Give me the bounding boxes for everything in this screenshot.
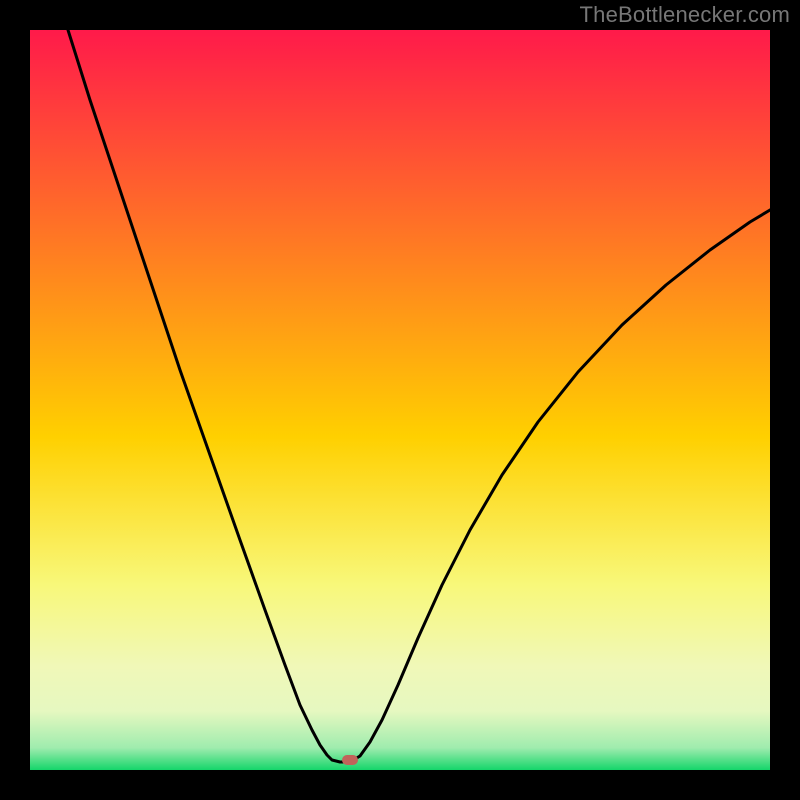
watermark-text: TheBottlenecker.com xyxy=(580,2,790,28)
plot-svg xyxy=(30,30,770,770)
optimum-marker xyxy=(342,755,358,765)
plot-area xyxy=(30,30,770,770)
gradient-background xyxy=(30,30,770,770)
chart-container: TheBottlenecker.com xyxy=(0,0,800,800)
